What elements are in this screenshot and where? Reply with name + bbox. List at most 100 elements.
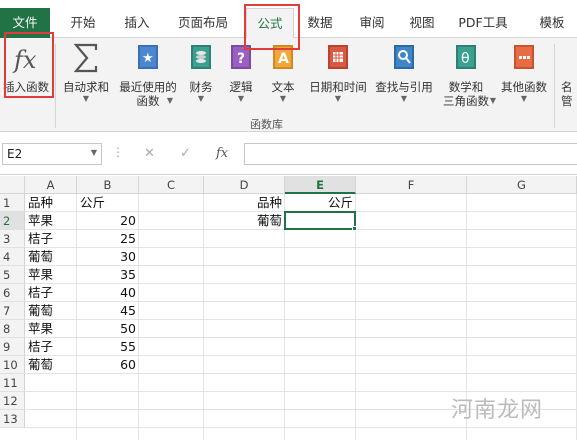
row-header-1[interactable]: 1 [0, 194, 25, 212]
recently-used-button[interactable]: ★ 最近使用的 函数 ▼ [116, 42, 180, 114]
insert-function-fx-icon[interactable]: fx [216, 146, 228, 161]
tab-review[interactable]: 审阅 [350, 8, 394, 38]
column-header-b[interactable]: B [77, 176, 139, 194]
cell-b1[interactable]: 公斤 [77, 194, 139, 212]
cell-a3[interactable]: 桔子 [25, 230, 77, 248]
ribbon-tabs: 文件 开始 插入 页面布局 公式 数据 审阅 视图 PDF工具 模板 [0, 8, 577, 39]
more-functions-label: 其他函数 [501, 80, 547, 94]
cell-b10[interactable]: 60 [77, 356, 139, 374]
chevron-down-icon: ▼ [237, 94, 245, 103]
cell-b4[interactable]: 30 [77, 248, 139, 266]
cell-a4[interactable]: 葡萄 [25, 248, 77, 266]
cell-b6[interactable]: 40 [77, 284, 139, 302]
lookup-reference-button[interactable]: 查找与引用 ▼ [372, 42, 436, 114]
column-header-a[interactable]: A [25, 176, 77, 194]
formula-bar: E2 ▼ ⋮ ✕ ✓ fx [0, 133, 577, 175]
chevron-down-icon: ▼ [334, 94, 342, 103]
column-header-e[interactable]: E [285, 176, 356, 194]
row-header-3[interactable]: 3 [0, 230, 25, 248]
math-trig-button[interactable]: θ 数学和 三角函数 ▼ [436, 42, 496, 114]
tab-view[interactable]: 视图 [400, 8, 444, 38]
row-header-9[interactable]: 9 [0, 338, 25, 356]
cancel-icon[interactable]: ✕ [144, 146, 155, 161]
formula-buttons: ✕ ✓ fx [132, 143, 242, 165]
cell-b7[interactable]: 45 [77, 302, 139, 320]
autosum-button[interactable]: 自动求和 ▼ [58, 42, 114, 114]
tab-formulas[interactable]: 公式 [246, 8, 294, 39]
row-header-2[interactable]: 2 [0, 212, 25, 230]
formula-input[interactable] [244, 143, 577, 165]
cell-a2[interactable]: 苹果 [25, 212, 77, 230]
tab-page-layout[interactable]: 页面布局 [166, 8, 240, 38]
select-all-corner[interactable] [0, 176, 25, 194]
fill-handle[interactable] [352, 226, 357, 231]
fx-icon: fx [9, 42, 43, 76]
tab-file[interactable]: 文件 [0, 8, 50, 38]
tab-insert[interactable]: 插入 [112, 8, 162, 38]
financial-button[interactable]: 财务 ▼ [184, 42, 218, 114]
grid-hline [25, 427, 577, 428]
row-header-12[interactable]: 12 [0, 392, 25, 410]
tab-pdf-tools[interactable]: PDF工具 [448, 8, 518, 38]
cell-a8[interactable]: 苹果 [25, 320, 77, 338]
row-header-10[interactable]: 10 [0, 356, 25, 374]
name-manager-label: 名 [561, 80, 573, 94]
cell-b5[interactable]: 35 [77, 266, 139, 284]
lookup-reference-label: 查找与引用 [375, 80, 433, 94]
search-book-icon [391, 44, 417, 70]
cell-a5[interactable]: 苹果 [25, 266, 77, 284]
ribbon-separator [55, 44, 56, 128]
row-header-11[interactable]: 11 [0, 374, 25, 392]
watermark-text: 河南龙网 [450, 398, 543, 423]
name-manager-button[interactable]: 名 管 [558, 42, 577, 114]
logical-button[interactable]: ? 逻辑 ▼ [224, 42, 258, 114]
math-trig-label-2: 三角函数 [443, 94, 489, 108]
row-header-4[interactable]: 4 [0, 248, 25, 266]
text-functions-button[interactable]: A 文本 ▼ [266, 42, 300, 114]
tab-home[interactable]: 开始 [58, 8, 108, 38]
sigma-icon [71, 42, 101, 74]
svg-text:A: A [278, 51, 289, 67]
tab-templates[interactable]: 模板 [530, 8, 574, 38]
cell-b8[interactable]: 50 [77, 320, 139, 338]
cell-a10[interactable]: 葡萄 [25, 356, 77, 374]
column-header-f[interactable]: F [356, 176, 467, 194]
recently-used-label: 最近使用的 [119, 80, 177, 94]
row-header-6[interactable]: 6 [0, 284, 25, 302]
cell-e1[interactable]: 公斤 [285, 194, 356, 212]
grid-vline [203, 194, 204, 440]
cell-a6[interactable]: 桔子 [25, 284, 77, 302]
financial-label: 财务 [189, 80, 213, 94]
svg-text:fx: fx [12, 46, 37, 74]
cell-d1[interactable]: 品种 [204, 194, 285, 212]
cell-b9[interactable]: 55 [77, 338, 139, 356]
name-manager-label-2: 管 [561, 94, 573, 108]
enter-icon[interactable]: ✓ [180, 146, 191, 161]
row-header-7[interactable]: 7 [0, 302, 25, 320]
cell-b3[interactable]: 25 [77, 230, 139, 248]
calendar-book-icon [325, 44, 351, 70]
row-header-5[interactable]: 5 [0, 266, 25, 284]
cell-a1[interactable]: 品种 [25, 194, 77, 212]
column-header-c[interactable]: C [139, 176, 204, 194]
cell-d2[interactable]: 葡萄 [204, 212, 285, 230]
cell-b2[interactable]: 20 [77, 212, 139, 230]
chevron-down-icon: ▼ [197, 94, 205, 103]
selected-cell-border [284, 211, 356, 230]
chevron-down-icon[interactable]: ▼ [91, 148, 97, 157]
column-header-d[interactable]: D [204, 176, 285, 194]
autosum-label: 自动求和 [63, 80, 109, 94]
insert-function-button[interactable]: fx 插入函数 [0, 42, 52, 114]
date-time-button[interactable]: 日期和时间 ▼ [306, 42, 370, 114]
cell-a9[interactable]: 桔子 [25, 338, 77, 356]
cell-a7[interactable]: 葡萄 [25, 302, 77, 320]
tab-data[interactable]: 数据 [298, 8, 342, 38]
row-header-8[interactable]: 8 [0, 320, 25, 338]
drag-handle-icon[interactable]: ⋮ [112, 145, 124, 159]
row-header-13[interactable]: 13 [0, 410, 25, 428]
more-functions-button[interactable]: 其他函数 ▼ [498, 42, 550, 114]
text-book-icon: A [270, 44, 296, 70]
column-header-g[interactable]: G [467, 176, 577, 194]
name-box[interactable]: E2 ▼ [2, 143, 102, 165]
star-book-icon: ★ [135, 44, 161, 70]
